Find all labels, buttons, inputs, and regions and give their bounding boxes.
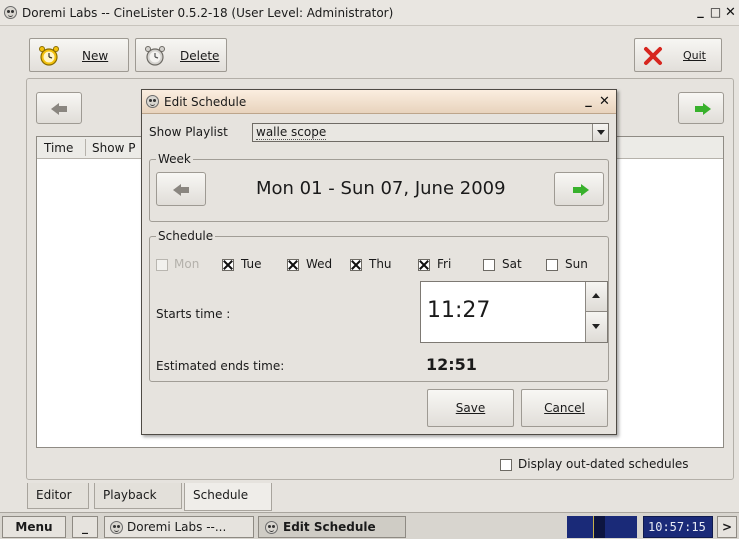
dialog-title: Edit Schedule [164, 95, 247, 109]
day-checkbox-tue[interactable] [222, 259, 234, 271]
chevron-down-icon [592, 324, 600, 329]
day-label-thu: Thu [369, 257, 392, 271]
cpu-meter-bar [593, 516, 605, 538]
arrow-left-icon [51, 99, 69, 119]
new-button[interactable]: New [29, 38, 129, 72]
clock: 10:57:15 [643, 516, 713, 538]
alarm-clock-icon [145, 46, 165, 66]
estimated-end-label: Estimated ends time: [156, 359, 285, 373]
day-checkbox-wed[interactable] [287, 259, 299, 271]
taskbar-task-main[interactable]: Doremi Labs --... [104, 516, 254, 538]
app-icon [110, 521, 123, 534]
estimated-end-value: 12:51 [426, 355, 477, 374]
taskbar-more-button[interactable]: > [717, 516, 737, 538]
delete-button-label: Delete [180, 49, 220, 63]
app-icon [265, 521, 278, 534]
display-outdated-label: Display out-dated schedules [518, 457, 689, 471]
tab-editor[interactable]: Editor [27, 483, 89, 509]
day-label-wed: Wed [306, 257, 333, 271]
red-x-icon [644, 47, 662, 65]
starts-time-label: Starts time : [156, 307, 231, 321]
show-playlist-value: walle scope [256, 125, 327, 140]
schedule-group-title: Schedule [156, 229, 216, 243]
dialog-close-button[interactable]: ✕ [598, 95, 611, 108]
taskbar-menu-button[interactable]: Menu [2, 516, 66, 538]
dialog-previous-week-button[interactable] [156, 172, 206, 206]
column-time[interactable]: Time [44, 141, 73, 155]
show-desktop-button[interactable]: _ [72, 516, 98, 538]
week-group: Week Mon 01 - Sun 07, June 2009 [149, 152, 609, 222]
dialog-titlebar[interactable]: Edit Schedule _ ✕ [142, 90, 616, 114]
tab-schedule[interactable]: Schedule [184, 483, 272, 511]
arrow-right-icon [693, 99, 711, 119]
arrow-left-icon [173, 180, 191, 200]
starts-time-increment[interactable] [585, 282, 607, 312]
day-label-sat: Sat [502, 257, 522, 271]
tab-playback[interactable]: Playback [94, 483, 182, 509]
taskbar-task-main-label: Doremi Labs --... [127, 520, 227, 534]
week-group-title: Week [156, 152, 193, 166]
window-title: Doremi Labs -- CineLister 0.5.2-18 (User… [22, 6, 394, 20]
main-window-titlebar[interactable]: Doremi Labs -- CineLister 0.5.2-18 (User… [0, 0, 739, 26]
cancel-button-label: Cancel [544, 401, 585, 415]
alarm-clock-icon [39, 46, 59, 66]
app-icon [4, 6, 17, 19]
next-week-button[interactable] [678, 92, 724, 124]
display-outdated-checkbox[interactable] [500, 459, 512, 471]
app-icon [146, 95, 159, 108]
column-divider [85, 139, 86, 156]
arrow-right-icon [571, 180, 589, 200]
close-button[interactable]: ✕ [724, 6, 737, 19]
previous-week-button[interactable] [36, 92, 82, 124]
dialog-next-week-button[interactable] [554, 172, 604, 206]
maximize-button[interactable]: □ [709, 6, 722, 19]
day-checkbox-sat[interactable] [483, 259, 495, 271]
dialog-minimize-button[interactable]: _ [582, 94, 595, 107]
quit-button[interactable]: Quit [634, 38, 722, 72]
week-range: Mon 01 - Sun 07, June 2009 [256, 178, 506, 199]
chevron-up-icon [592, 293, 600, 298]
taskbar-task-dialog-label: Edit Schedule [283, 520, 376, 534]
day-checkbox-sun[interactable] [546, 259, 558, 271]
minimize-button[interactable]: _ [694, 5, 707, 18]
starts-time-value: 11:27 [427, 298, 491, 323]
delete-button[interactable]: Delete [135, 38, 227, 72]
quit-button-label: Quit [683, 49, 706, 62]
cpu-monitor [567, 516, 637, 538]
save-button-label: Save [455, 401, 486, 415]
day-label-tue: Tue [241, 257, 262, 271]
column-show-playlist[interactable]: Show P [92, 141, 135, 155]
day-label-sun: Sun [565, 257, 588, 271]
taskbar-task-dialog[interactable]: Edit Schedule [258, 516, 406, 538]
save-button[interactable]: Save [427, 389, 514, 427]
day-checkbox-fri[interactable] [418, 259, 430, 271]
schedule-group: Schedule Mon Tue Wed Thu Fri Sat Sun Sta… [149, 229, 609, 382]
day-checkbox-mon[interactable] [156, 259, 168, 271]
day-label-mon: Mon [174, 257, 200, 271]
starts-time-decrement[interactable] [585, 312, 607, 342]
day-label-fri: Fri [437, 257, 452, 271]
show-playlist-label: Show Playlist [149, 125, 228, 139]
cancel-button[interactable]: Cancel [521, 389, 608, 427]
chevron-down-icon[interactable] [592, 124, 608, 141]
taskbar: Menu _ Doremi Labs --... Edit Schedule 1… [0, 512, 739, 539]
new-button-label: New [82, 49, 109, 63]
day-checkbox-thu[interactable] [350, 259, 362, 271]
starts-time-spinbox[interactable]: 11:27 [420, 281, 608, 343]
edit-schedule-dialog: Edit Schedule _ ✕ Show Playlist walle sc… [141, 89, 617, 435]
show-playlist-select[interactable]: walle scope [252, 123, 609, 142]
